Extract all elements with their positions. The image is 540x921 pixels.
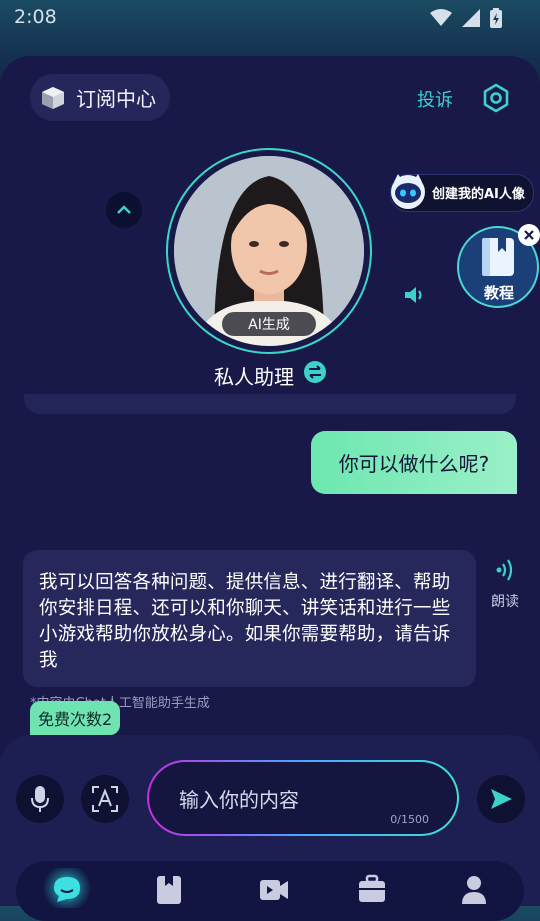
swap-icon[interactable] <box>304 361 326 383</box>
char-count: 0/1500 <box>390 813 429 826</box>
read-aloud-icon[interactable] <box>494 558 516 582</box>
tutorial-label: 教程 <box>484 284 515 302</box>
send-icon <box>491 789 512 809</box>
create-ai-avatar-label: 创建我的AI人像 <box>432 187 525 202</box>
robot-icon <box>391 174 425 209</box>
signal-icon <box>462 9 480 27</box>
read-aloud-label[interactable]: 朗读 <box>491 591 519 611</box>
video-icon[interactable] <box>258 874 290 904</box>
complaint-link[interactable]: 投诉 <box>417 86 453 112</box>
bookmark-icon[interactable] <box>155 874 183 904</box>
speaker-icon[interactable] <box>403 284 427 306</box>
status-bar: 2:08 <box>0 0 540 36</box>
previous-message-bubble <box>24 394 516 414</box>
assistant-name: 私人助理 <box>214 365 294 389</box>
status-time: 2:08 <box>14 6 57 28</box>
close-tutorial-button[interactable] <box>518 224 540 246</box>
status-icons <box>430 8 502 28</box>
text-recognition-button[interactable] <box>81 775 129 823</box>
message-input-container: 0/1500 <box>147 760 459 836</box>
bot-message-text: 我可以回答各种问题、提供信息、进行翻译、帮助你安排日程、还可以和你聊天、讲笑话和… <box>39 572 451 671</box>
send-button[interactable] <box>477 775 525 823</box>
user-message-text: 你可以做什么呢? <box>338 452 490 476</box>
bot-message-bubble: 我可以回答各种问题、提供信息、进行翻译、帮助你安排日程、还可以和你聊天、讲笑话和… <box>23 550 476 687</box>
close-icon <box>524 230 534 240</box>
message-input[interactable] <box>177 784 421 816</box>
free-count-badge: 免费次数2 <box>30 701 121 735</box>
chevron-up-icon <box>117 205 131 214</box>
voice-input-button[interactable] <box>16 775 64 823</box>
profile-icon[interactable] <box>460 874 488 904</box>
user-message-bubble: 你可以做什么呢? <box>311 431 517 494</box>
wifi-icon <box>430 9 452 26</box>
text-scan-icon <box>92 786 118 812</box>
collapse-button[interactable] <box>106 192 142 228</box>
ai-generated-badge: AI生成 <box>222 312 316 336</box>
message-input-inner: 0/1500 <box>149 762 457 834</box>
microphone-icon <box>31 786 49 812</box>
chat-icon[interactable] <box>52 874 82 904</box>
settings-icon[interactable] <box>480 82 512 114</box>
subscription-center-label: 订阅中心 <box>76 87 156 111</box>
battery-icon <box>490 8 502 28</box>
subscription-center-button[interactable]: 订阅中心 <box>30 74 170 121</box>
book-icon <box>482 238 514 276</box>
cube-icon <box>42 86 64 109</box>
briefcase-icon[interactable] <box>357 874 387 904</box>
